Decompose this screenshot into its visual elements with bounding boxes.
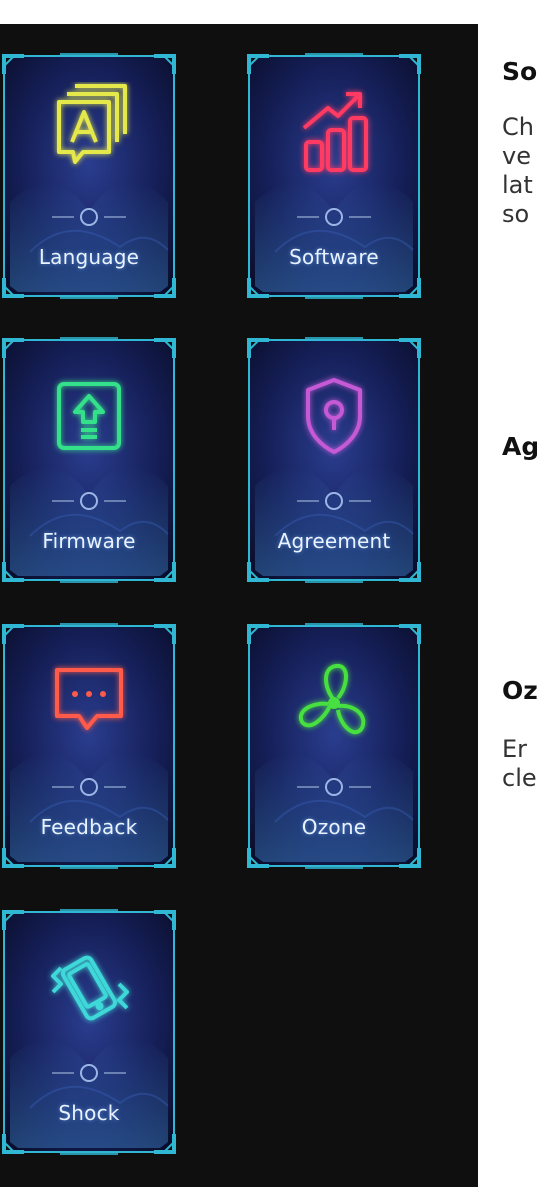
shield-lock-icon	[284, 366, 384, 466]
description-column: So Ch ve lat so Ag Oz Er cle	[502, 0, 537, 1197]
indicator-dot	[52, 1064, 126, 1082]
tile-shock[interactable]: Shock	[0, 908, 178, 1156]
tile-firmware[interactable]: Firmware	[0, 336, 178, 584]
indicator-dot	[297, 778, 371, 796]
ozone-desc-title: Oz	[502, 676, 537, 705]
tile-label: Language	[38, 245, 140, 269]
software-desc-title: So	[502, 57, 537, 86]
tile-agreement[interactable]: Agreement	[245, 336, 423, 584]
tile-label: Firmware	[42, 529, 136, 553]
settings-tile-panel: Language Software Firmware Agreement Fee…	[0, 24, 478, 1187]
fan-icon	[284, 652, 384, 752]
vibrating-phone-icon	[39, 938, 139, 1038]
software-desc-line: Ch	[502, 113, 534, 141]
ozone-desc-line: Er	[502, 735, 528, 763]
tile-label: Shock	[58, 1101, 120, 1125]
tile-feedback[interactable]: Feedback	[0, 622, 178, 870]
software-desc-line: lat	[502, 171, 533, 199]
software-chart-icon	[284, 82, 384, 182]
tile-label: Ozone	[301, 815, 367, 839]
tile-software[interactable]: Software	[245, 52, 423, 300]
tile-language[interactable]: Language	[0, 52, 178, 300]
agreement-desc-title: Ag	[502, 432, 537, 461]
ozone-desc-line: cle	[502, 764, 537, 792]
firmware-upload-icon	[39, 366, 139, 466]
tile-label: Feedback	[40, 815, 138, 839]
indicator-dot	[52, 492, 126, 510]
app-root: Language Software Firmware Agreement Fee…	[0, 0, 537, 1197]
tile-label: Software	[289, 245, 379, 269]
indicator-dot	[297, 208, 371, 226]
chat-bubble-icon	[39, 652, 139, 752]
software-desc-line: ve	[502, 142, 531, 170]
tile-ozone[interactable]: Ozone	[245, 622, 423, 870]
indicator-dot	[52, 778, 126, 796]
indicator-dot	[52, 208, 126, 226]
indicator-dot	[297, 492, 371, 510]
tile-label: Agreement	[277, 529, 391, 553]
language-icon	[39, 82, 139, 182]
software-desc-line: so	[502, 200, 530, 228]
